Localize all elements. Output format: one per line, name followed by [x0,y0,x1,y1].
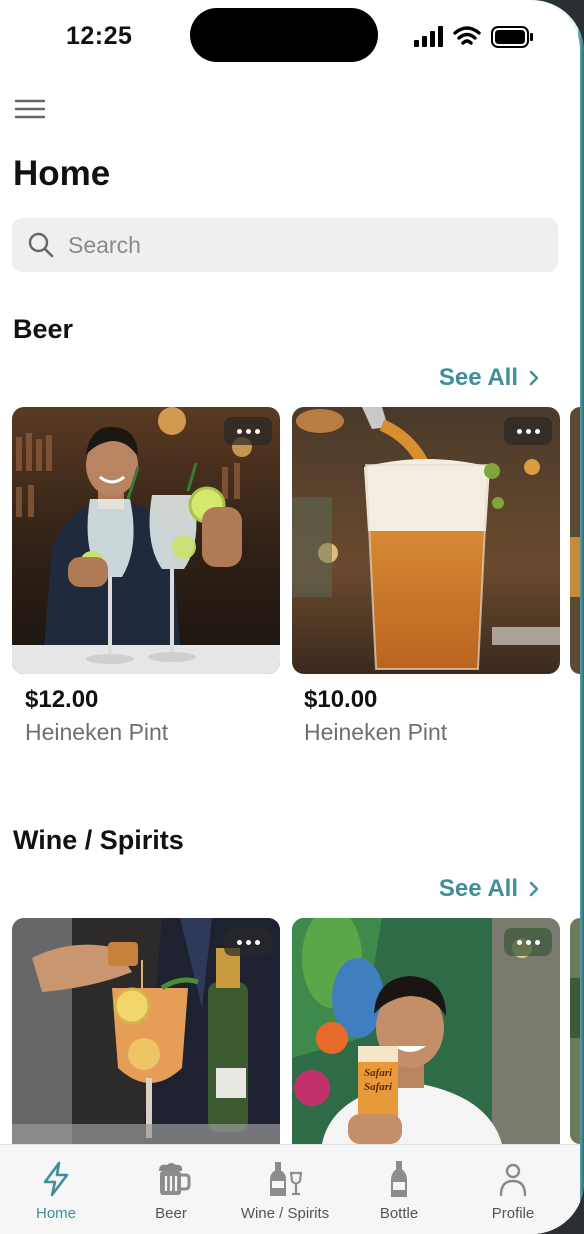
page-title: Home [13,154,111,193]
dot [516,428,522,434]
product-price: $12.00 [25,686,99,713]
svg-text:Safari: Safari [364,1081,393,1093]
svg-text:Safari: Safari [364,1067,393,1079]
product-card[interactable] [292,407,560,674]
section-title-beer: Beer [13,314,74,344]
more-options-button[interactable] [224,417,272,445]
beer-mug-icon [159,1163,191,1195]
dot [534,428,540,434]
status-time: 12:25 [66,22,133,50]
see-all-label: See All [438,875,518,902]
product-card-peek[interactable] [570,407,580,674]
dot [534,939,540,945]
dot [525,939,531,945]
dynamic-island [190,8,378,62]
see-all-beer-link[interactable]: See All [439,364,542,392]
section-title-wine-spirits: Wine / Spirits [13,825,184,855]
wine-bottle-glass-icon [270,1162,303,1196]
product-name: Heineken Pint [25,719,169,745]
tab-bottle[interactable]: Bottle [344,1159,454,1222]
product-card-peek-image [570,407,580,674]
battery-icon [491,26,533,48]
chevron-right-icon [529,881,539,897]
product-card[interactable] [12,407,280,674]
dot [525,428,531,434]
lightning-bolt-icon [43,1161,69,1197]
phone-frame: 12:25 Home Search Beer See All $12.00 He… [0,0,584,1234]
tab-wine-spirits[interactable]: Wine / Spirits [231,1159,339,1222]
tab-home[interactable]: Home [1,1159,111,1222]
tab-beer[interactable]: Beer [116,1159,226,1222]
chevron-right-icon [529,370,539,386]
tab-profile[interactable]: Profile [458,1159,568,1222]
tab-label: Profile [491,1205,535,1222]
see-all-label: See All [438,364,518,391]
bottle-icon [391,1161,407,1197]
search-bar[interactable] [12,218,558,272]
dot [254,428,260,434]
product-card[interactable]: Safari Safari [292,918,560,1144]
tab-label: Wine / Spirits [240,1205,330,1222]
product-name: Heineken Pint [304,719,448,745]
wifi-icon [453,26,481,45]
tab-label: Bottle [379,1205,419,1222]
dot [254,939,260,945]
dot [516,939,522,945]
more-options-button[interactable] [224,928,272,956]
product-card[interactable] [12,918,280,1144]
dot [245,939,251,945]
bottom-tab-bar: Home Beer Wine / Spirits Bottle Profile [0,1144,580,1234]
status-icons [412,22,536,52]
dot [236,428,242,434]
tab-label: Beer [155,1205,187,1222]
product-card-peek[interactable] [570,918,580,1144]
tab-label: Home [35,1205,76,1222]
person-icon [499,1163,527,1197]
cellular-signal-icon [414,26,443,47]
product-card-peek-image [570,918,580,1144]
see-all-wine-spirits-link[interactable]: See All [439,875,542,903]
bartender-with-gin-cocktails-image [12,407,280,674]
dot [245,428,251,434]
dot [236,939,242,945]
beer-being-poured-image [292,407,560,674]
more-options-button[interactable] [504,417,552,445]
product-price: $10.00 [304,686,378,713]
more-options-button[interactable] [504,928,552,956]
app-screen: 12:25 Home Search Beer See All $12.00 He… [0,0,580,1234]
search-input[interactable] [66,230,526,260]
hamburger-menu-icon[interactable] [12,94,48,124]
search-icon [28,232,54,258]
